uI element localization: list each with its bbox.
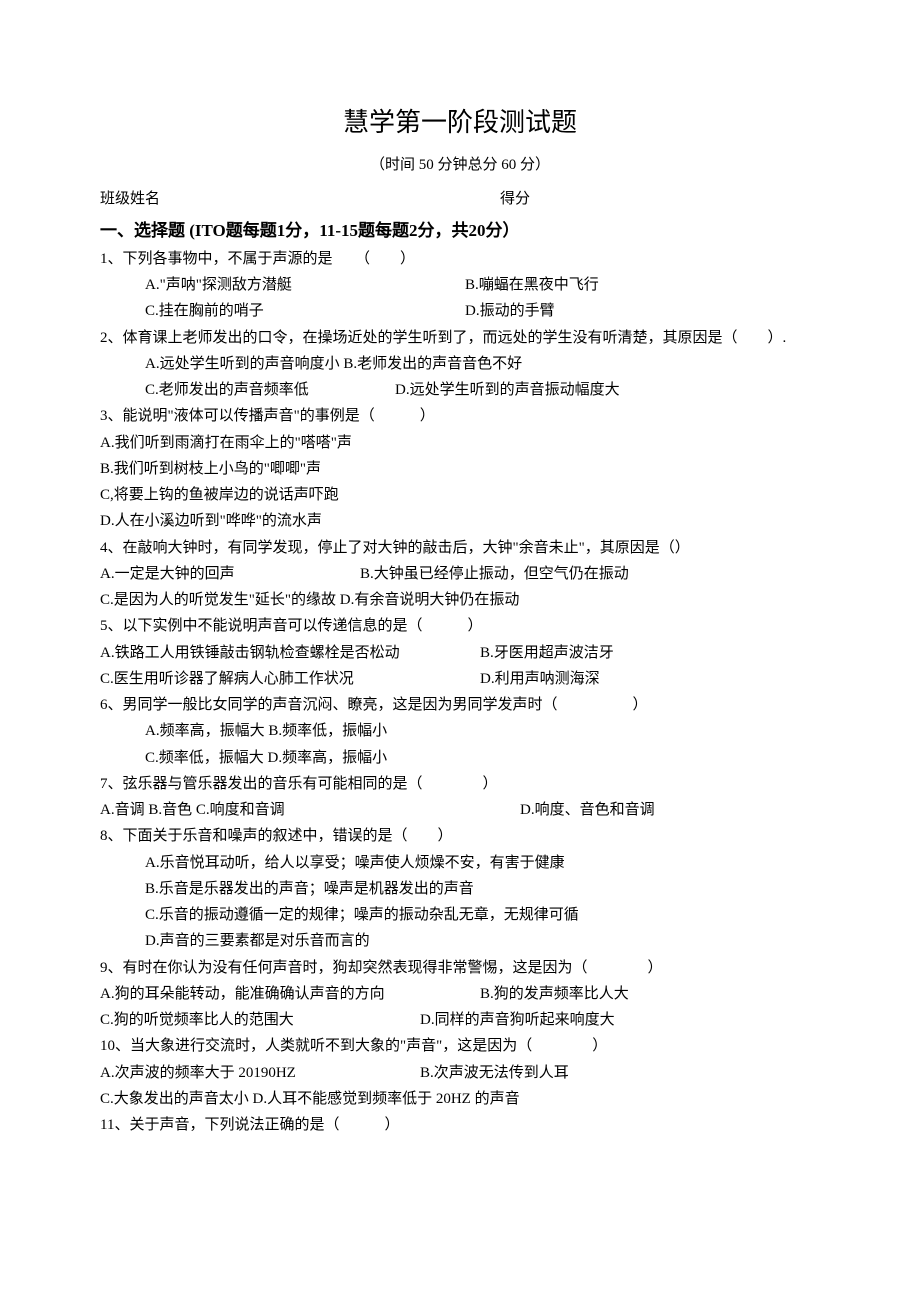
q1-row1: A."声呐"探测敌方潜艇 B.嘣蝠在黑夜中飞行 xyxy=(100,272,820,298)
page-title: 慧学第一阶段测试题 xyxy=(100,100,820,146)
q2-line1: A.远处学生听到的声音响度小 B.老师发出的声音音色不好 xyxy=(100,351,820,377)
section-head-tail: 分，共 xyxy=(418,221,469,240)
q3-opt-d: D.人在小溪边听到"哗哗"的流水声 xyxy=(100,508,820,534)
score-label: 得分 xyxy=(500,186,530,212)
q5-stem: 5、以下实例中不能说明声音可以传递信息的是（ ） xyxy=(100,613,820,639)
q4-stem: 4、在敲响大钟时，有同学发现，停止了对大钟的敲击后，大钟"余音未止"，其原因是（… xyxy=(100,535,820,561)
q8-stem: 8、下面关于乐音和噪声的叙述中，错误的是（ ） xyxy=(100,823,820,849)
q4-opt-b: B.大钟虽已经停止振动，但空气仍在振动 xyxy=(360,561,629,587)
q7-opt-d: D.响度、音色和音调 xyxy=(520,797,655,823)
q8-opt-d: D.声音的三要素都是对乐音而言的 xyxy=(100,928,820,954)
q8-opt-c: C.乐音的振动遵循一定的规律；噪声的振动杂乱无章，无规律可循 xyxy=(100,902,820,928)
section-head-2pt: 2 xyxy=(409,221,418,240)
q1-opt-b: B.嘣蝠在黑夜中飞行 xyxy=(465,272,820,298)
q10-line2: C.大象发出的声音太小 D.人耳不能感觉到频率低于 20HZ 的声音 xyxy=(100,1086,820,1112)
q1-stem: 1、下列各事物中，不属于声源的是 （ ） xyxy=(100,246,820,272)
q8-opt-b: B.乐音是乐器发出的声音；噪声是机器发出的声音 xyxy=(100,876,820,902)
section-head-total: 20 xyxy=(469,221,486,240)
q4-line2: C.是因为人的听觉发生"延长"的缘故 D.有余音说明大钟仍在振动 xyxy=(100,587,820,613)
q5-opt-a: A.铁路工人用铁锤敲击钢轨检查螺栓是否松动 xyxy=(100,640,480,666)
q7-line1: A.音调 B.音色 C.响度和音调 D.响度、音色和音调 xyxy=(100,797,820,823)
q5-opt-c: C.医生用听诊器了解病人心肺工作状况 xyxy=(100,666,480,692)
section-head-end: 分） xyxy=(486,221,520,240)
q9-stem: 9、有时在你认为没有任何声音时，狗却突然表现得非常警惕，这是因为（ ） xyxy=(100,955,820,981)
q2-opt-c: C.老师发出的声音频率低 xyxy=(145,377,395,403)
section-head-prefix: 一、选择题 (ITO xyxy=(100,221,226,240)
q3-opt-c: C,将要上钩的鱼被岸边的说话声吓跑 xyxy=(100,482,820,508)
page-subtitle: （时间 50 分钟总分 60 分） xyxy=(100,152,820,178)
q10-stem: 10、当大象进行交流时，人类就听不到大象的"声音"，这是因为（ ） xyxy=(100,1033,820,1059)
q9-opt-c: C.狗的听觉频率比人的范围大 xyxy=(100,1007,420,1033)
q5-line1: A.铁路工人用铁锤敲击钢轨检查螺栓是否松动 B.牙医用超声波洁牙 xyxy=(100,640,820,666)
q2-opt-d: D.远处学生听到的声音振动幅度大 xyxy=(395,377,620,403)
q3-opt-a: A.我们听到雨滴打在雨伞上的"嗒嗒"声 xyxy=(100,430,820,456)
section-head-sep: 分， xyxy=(285,221,319,240)
q2-stem: 2、体育课上老师发出的口令，在操场近处的学生听到了，而远处的学生没有听清楚，其原… xyxy=(100,325,820,351)
q6-line1: A.频率高，振幅大 B.频率低，振幅小 xyxy=(100,718,820,744)
q9-opt-a: A.狗的耳朵能转动，能准确确认声音的方向 xyxy=(100,981,480,1007)
section-head-range: 11-15 xyxy=(319,221,358,240)
q1-row2: C.挂在胸前的哨子 D.振动的手臂 xyxy=(100,298,820,324)
q6-stem: 6、男同学一般比女同学的声音沉闷、瞭亮，这是因为男同学发声时（ ） xyxy=(100,692,820,718)
q1-opt-a: A."声呐"探测敌方潜艇 xyxy=(145,272,465,298)
q4-line1: A.一定是大钟的回声 B.大钟虽已经停止振动，但空气仍在振动 xyxy=(100,561,820,587)
q4-opt-a: A.一定是大钟的回声 xyxy=(100,561,360,587)
section-head-mid2: 题每题 xyxy=(358,221,409,240)
class-name-label: 班级姓名 xyxy=(100,186,160,212)
header-row: 班级姓名 得分 xyxy=(100,186,820,212)
q7-stem: 7、弦乐器与管乐器发出的音乐有可能相同的是（ ） xyxy=(100,771,820,797)
q5-opt-b: B.牙医用超声波洁牙 xyxy=(480,640,614,666)
q7-opts-abc: A.音调 B.音色 C.响度和音调 xyxy=(100,797,520,823)
q2-line2: C.老师发出的声音频率低 D.远处学生听到的声音振动幅度大 xyxy=(100,377,820,403)
q5-opt-d: D.利用声呐测海深 xyxy=(480,666,600,692)
q9-line1: A.狗的耳朵能转动，能准确确认声音的方向 B.狗的发声频率比人大 xyxy=(100,981,820,1007)
q3-opt-b: B.我们听到树枝上小鸟的"唧唧"声 xyxy=(100,456,820,482)
section-head-mid: 题每题 xyxy=(226,221,277,240)
q1-opt-c: C.挂在胸前的哨子 xyxy=(145,298,465,324)
q8-opt-a: A.乐音悦耳动听，给人以享受；噪声使人烦燥不安，有害于健康 xyxy=(100,850,820,876)
q10-opt-b: B.次声波无法传到人耳 xyxy=(420,1060,569,1086)
q9-opt-d: D.同样的声音狗听起来响度大 xyxy=(420,1007,615,1033)
q10-opt-a: A.次声波的频率大于 20190HZ xyxy=(100,1060,420,1086)
q1-opt-d: D.振动的手臂 xyxy=(465,298,820,324)
q9-line2: C.狗的听觉频率比人的范围大 D.同样的声音狗听起来响度大 xyxy=(100,1007,820,1033)
q11-stem: 11、关于声音，下列说法正确的是（ ） xyxy=(100,1112,820,1138)
section-1-heading: 一、选择题 (ITO题每题1分，11-15题每题2分，共20分） xyxy=(100,216,820,246)
q6-line2: C.频率低，振幅大 D.频率高，振幅小 xyxy=(100,745,820,771)
q10-line1: A.次声波的频率大于 20190HZ B.次声波无法传到人耳 xyxy=(100,1060,820,1086)
q5-line2: C.医生用听诊器了解病人心肺工作状况 D.利用声呐测海深 xyxy=(100,666,820,692)
q9-opt-b: B.狗的发声频率比人大 xyxy=(480,981,629,1007)
q3-stem: 3、能说明"液体可以传播声音"的事例是（ ） xyxy=(100,403,820,429)
